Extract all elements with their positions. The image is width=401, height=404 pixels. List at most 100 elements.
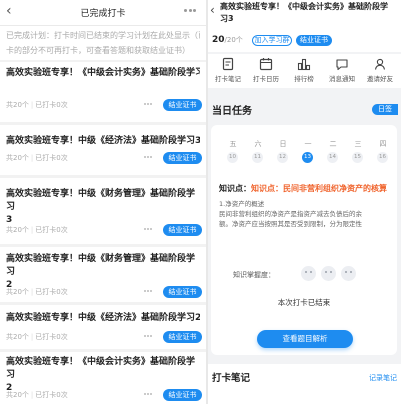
face-icon[interactable]: [301, 266, 316, 281]
plan-card[interactable]: 高效实验班专享！中级《经济法》基础阶段学习3 共20个 | 已打卡0次 结业证书: [0, 125, 206, 175]
plan-meta: 共20个 | 已打卡0次: [6, 333, 68, 341]
plan-card[interactable]: 高效实验班专享！《中级会计实务》基础阶段学习 2 共20个 | 已打卡0次 结业证书: [0, 352, 206, 404]
plan-progress-count: 20/20个: [212, 35, 243, 45]
more-dots-icon[interactable]: [144, 393, 154, 396]
plan-detail-panel: ‹ 高效实验班专享！《中级会计实务》基础阶段学习3 20/20个 加入学习群 结…: [208, 0, 401, 404]
weekday-label: 三: [354, 140, 362, 148]
tool-ranking[interactable]: 排行榜: [286, 57, 322, 87]
completed-list-panel: ‹ 已完成打卡 已完成计划：打卡时间已结束的学习计划在此处显示（已打 卡的部分不…: [0, 0, 206, 404]
tool-invite[interactable]: 邀请好友: [362, 57, 398, 87]
plan-total: 共20个: [6, 154, 29, 162]
plan-card[interactable]: 高效实验班专享！中级《财务管理》基础阶段学习 3 共20个 | 已打卡0次 结业证书: [0, 178, 206, 244]
calendar-day[interactable]: 16: [377, 152, 388, 163]
more-dots-icon[interactable]: [144, 156, 154, 159]
weekday-label: 一: [304, 140, 312, 148]
punch-notes-title: 打卡笔记: [212, 373, 251, 384]
certificate-button[interactable]: 结业证书: [163, 331, 202, 343]
plan-punched: 已打卡0次: [35, 288, 68, 296]
more-dots-icon[interactable]: [144, 335, 154, 338]
knowledge-point-heading: 知识点：知识点：民间非营利组织净资产的核算: [219, 183, 387, 194]
plan-punched: 已打卡0次: [35, 391, 68, 399]
content-line: 1.净资产的概述: [219, 200, 265, 208]
join-group-button[interactable]: 加入学习群: [252, 35, 292, 46]
plan-meta: 共20个 | 已打卡0次: [6, 154, 68, 162]
plan-meta: 共20个 | 已打卡0次: [6, 391, 68, 399]
tool-label: 打卡日历: [253, 75, 279, 83]
left-header: ‹ 已完成打卡: [0, 0, 206, 26]
tool-message[interactable]: 消息通知: [324, 57, 360, 87]
message-icon: [336, 59, 348, 71]
plan-header: ‹ 高效实验班专享！《中级会计实务》基础阶段学习3 20/20个 加入学习群 结…: [208, 0, 401, 52]
certificate-button[interactable]: 结业证书: [163, 389, 202, 401]
face-icon[interactable]: [341, 266, 356, 281]
weekday-label: 四: [379, 140, 387, 148]
plan-title: 高效实验班专享！《中级会计实务》基础阶段学习: [6, 68, 200, 78]
view-analysis-button[interactable]: 查看题目解析: [257, 330, 353, 348]
plan-card[interactable]: 高效实验班专享！中级《财务管理》基础阶段学习 2 共20个 | 已打卡0次 结业证书: [0, 247, 206, 302]
calendar-day[interactable]: 14: [327, 152, 338, 163]
tool-calendar[interactable]: 打卡日历: [248, 57, 284, 87]
more-icon[interactable]: [184, 9, 198, 17]
plan-total: 共20个: [6, 288, 29, 296]
plan-meta: 共20个 | 已打卡0次: [6, 101, 68, 109]
plan-title: 高效实验班专享！中级《财务管理》基础阶段学习 3: [6, 188, 200, 227]
weekday-label: 六: [254, 140, 262, 148]
daily-task-header: 当日任务 日签: [208, 100, 401, 118]
back-icon[interactable]: ‹: [210, 3, 215, 17]
tool-note[interactable]: 打卡笔记: [210, 57, 246, 87]
knowledge-point-text: 知识点：民间非营利组织净资产的核算: [251, 184, 387, 193]
calendar-day-today[interactable]: 13: [302, 152, 313, 163]
app-root: ‹ 已完成打卡 已完成计划：打卡时间已结束的学习计划在此处显示（已打 卡的部分不…: [0, 0, 401, 404]
weekday-label: 日: [279, 140, 287, 148]
face-icon[interactable]: [321, 266, 336, 281]
invite-icon: [374, 58, 386, 70]
plan-card[interactable]: 高效实验班专享！《中级会计实务》基础阶段学习 共20个 | 已打卡0次 结业证书: [0, 62, 206, 122]
plan-card[interactable]: 高效实验班专享！中级《经济法》基础阶段学习2 共20个 | 已打卡0次 结业证书: [0, 305, 206, 349]
punch-notes-section: 打卡笔记 记录笔记: [208, 364, 401, 404]
tool-label: 排行榜: [294, 75, 314, 83]
certificate-button[interactable]: 结业证书: [163, 99, 202, 111]
more-dots-icon[interactable]: [144, 228, 154, 231]
notice-line: 已完成计划：打卡时间已结束的学习计划在此处显示（已打: [6, 31, 200, 40]
calendar-day[interactable]: 15: [352, 152, 363, 163]
content-line: 民间非营利组织的净资产是指资产减去负债后的余: [219, 210, 362, 218]
count-number: 20: [212, 35, 225, 45]
plan-title-line: 高效实验班专享！中级《财务管理》基础阶段学习: [6, 189, 196, 212]
ranking-icon: [297, 58, 311, 71]
daily-sign-button[interactable]: 日签: [372, 104, 398, 115]
write-note-link[interactable]: 记录笔记: [369, 373, 397, 383]
mastery-label: 知识掌握度：: [233, 271, 275, 279]
plan-title: 高效实验班专享！中级《经济法》基础阶段学习2: [6, 313, 200, 323]
daily-task-card: 五 六 日 一 二 三 四 10 11 12 13 14 15 16 知识点：知…: [211, 125, 397, 355]
more-dots-icon[interactable]: [144, 103, 154, 106]
count-unit: /20个: [224, 36, 243, 44]
calendar-day[interactable]: 12: [277, 152, 288, 163]
plan-meta: 共20个 | 已打卡0次: [6, 288, 68, 296]
plan-toolbar: 打卡笔记 打卡日历 排行榜 消息通知 邀请好友: [208, 54, 401, 88]
plan-total: 共20个: [6, 333, 29, 341]
certificate-button[interactable]: 结业证书: [163, 224, 202, 236]
calendar-day[interactable]: 11: [252, 152, 263, 163]
plan-title-line: 3: [6, 215, 13, 225]
tool-label: 打卡笔记: [215, 75, 241, 83]
plan-meta: 共20个 | 已打卡0次: [6, 226, 68, 234]
more-dots-icon[interactable]: [144, 290, 154, 293]
plan-punched: 已打卡0次: [35, 333, 68, 341]
calendar-day[interactable]: 10: [227, 152, 238, 163]
certificate-button[interactable]: 结业证书: [163, 152, 202, 164]
calendar-icon: [259, 58, 273, 71]
plan-punched: 已打卡0次: [35, 101, 68, 109]
plan-total: 共20个: [6, 101, 29, 109]
plan-total: 共20个: [6, 226, 29, 234]
plan-title: 高效实验班专享！中级《经济法》基础阶段学习3: [6, 136, 200, 146]
certificate-button[interactable]: 结业证书: [296, 35, 332, 46]
weekday-label: 五: [229, 140, 237, 148]
knowledge-prefix: 知识点：: [219, 184, 251, 193]
knowledge-content: 1.净资产的概述 民间非营利组织的净资产是指资产减去负债后的余 额。净资产应当按…: [219, 199, 393, 229]
content-line: 额。净资产应当按照其是否受到限制，分为限定性: [219, 220, 362, 228]
note-icon: [222, 57, 234, 71]
certificate-button[interactable]: 结业证书: [163, 286, 202, 298]
weekday-label: 二: [329, 140, 337, 148]
completed-notice: 已完成计划：打卡时间已结束的学习计划在此处显示（已打 卡的部分不可再打卡，可查看…: [0, 26, 206, 60]
plan-title-line: 高效实验班专享！中级《财务管理》基础阶段学习: [6, 254, 196, 277]
